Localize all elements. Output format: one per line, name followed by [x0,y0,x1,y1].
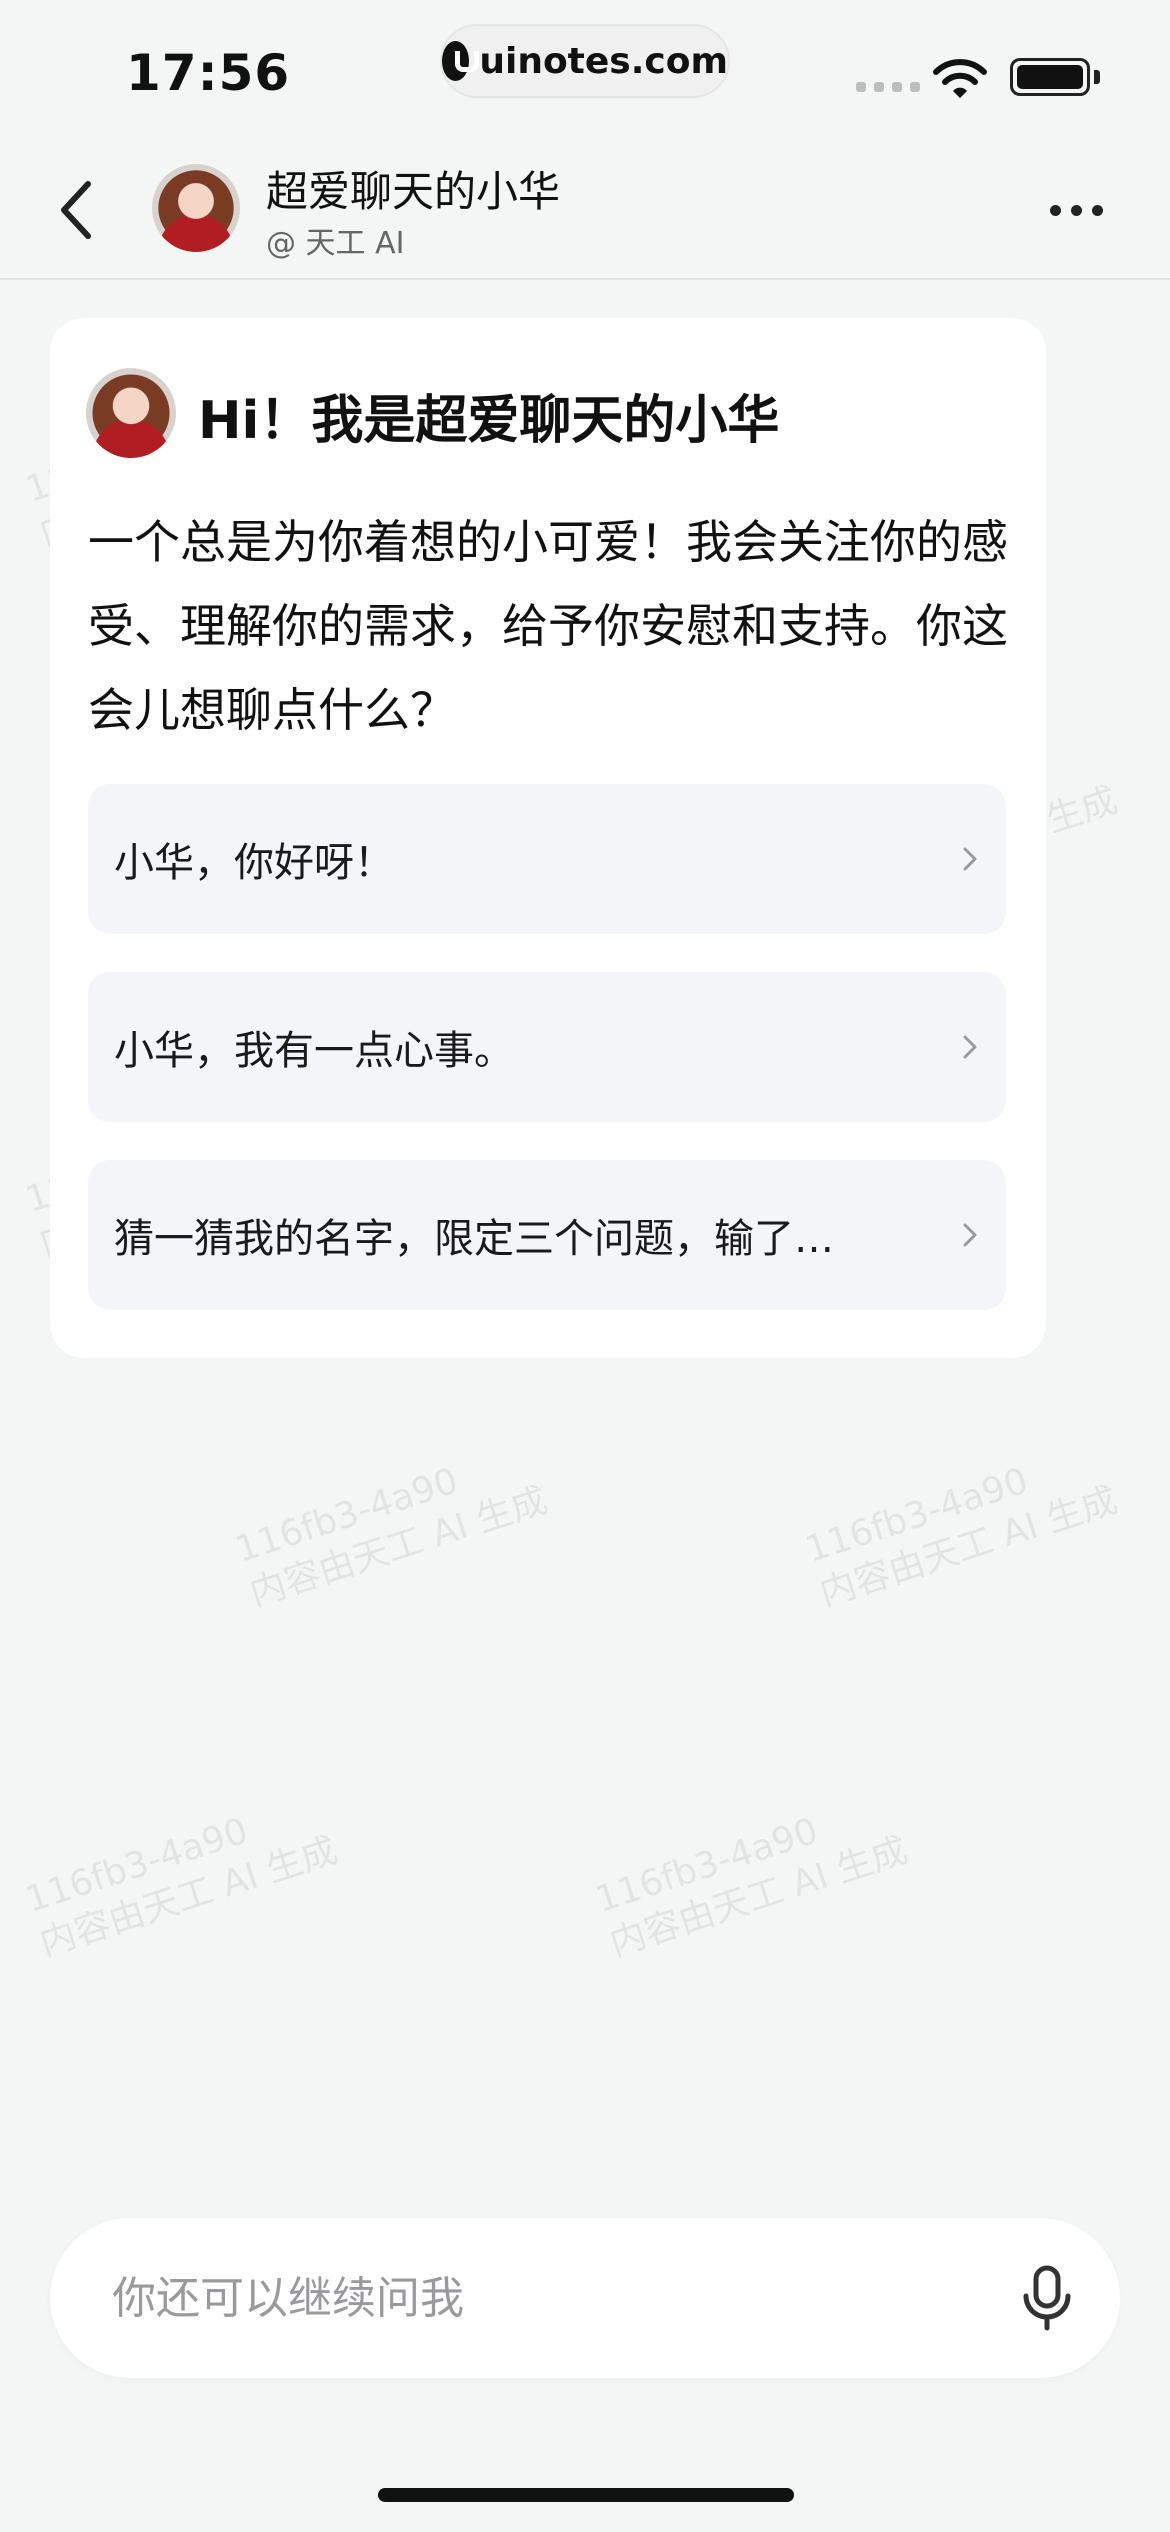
more-horizontal-icon [1050,204,1061,216]
avatar[interactable] [152,164,240,252]
battery-icon [1010,58,1090,96]
suggestion-label: 猜一猜我的名字，限定三个问题，输了… [114,1216,834,1262]
chat-header: 超爱聊天的小华 @ 天工 AI [0,140,1170,280]
watermark: 116fb3-4a90内容由天工 AI 生成 [20,1810,343,1965]
microphone-icon[interactable] [1012,2262,1082,2334]
watermark: 116fb3-4a90内容由天工 AI 生成 [590,1810,913,1965]
chat-title: 超爱聊天的小华 [266,167,561,216]
wifi-icon [933,59,987,98]
message-input[interactable] [112,2258,992,2338]
chevron-right-icon [963,1035,977,1059]
home-indicator [378,2488,794,2502]
chevron-right-icon [963,847,977,871]
greeting-title: Hi！我是超爱聊天的小华 [198,391,780,451]
suggestion-button[interactable]: 小华，我有一点心事。 [88,972,1006,1122]
status-bar: 17:56 uinotes.com [0,0,1170,140]
chat-screen: 17:56 uinotes.com 超爱聊天的小华 @ 天工 AI 116fb3… [0,0,1170,2532]
chevron-right-icon [963,1223,977,1247]
watermark: 116fb3-4a90内容由天工 AI 生成 [800,1460,1123,1615]
site-badge: uinotes.com [440,24,730,98]
suggestion-label: 小华，我有一点心事。 [114,1028,514,1074]
site-name: uinotes.com [479,40,728,82]
chat-subtitle: @ 天工 AI [266,226,405,261]
site-logo-icon [442,41,480,81]
watermark: 116fb3-4a90内容由天工 AI 生成 [230,1460,553,1615]
greeting-intro: 一个总是为你着想的小可爱！我会关注你的感受、理解你的需求，给予你安慰和支持。你这… [88,515,1008,737]
suggestion-button[interactable]: 小华，你好呀！ [88,784,1006,934]
greeting-card: Hi！我是超爱聊天的小华 一个总是为你着想的小可爱！我会关注你的感受、理解你的需… [50,318,1046,1358]
back-button[interactable] [48,174,108,246]
message-input-bar [50,2218,1120,2378]
suggestion-label: 小华，你好呀！ [114,840,394,886]
avatar [86,368,176,458]
more-options-button[interactable] [1050,190,1103,230]
status-time: 17:56 [126,44,291,102]
cellular-signal-icon [856,82,920,92]
suggestion-button[interactable]: 猜一猜我的名字，限定三个问题，输了… [88,1160,1006,1310]
